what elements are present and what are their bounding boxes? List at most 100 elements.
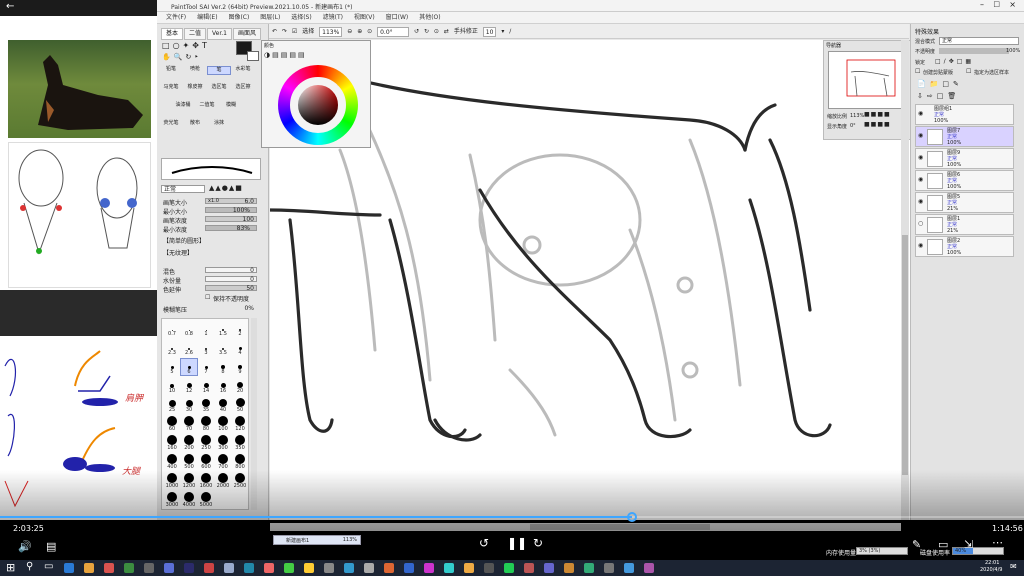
volume-icon[interactable]: 🔊	[18, 540, 32, 553]
lasso-icon[interactable]: ○	[173, 41, 183, 50]
effects-header[interactable]: 特殊效果	[915, 27, 939, 36]
tool-highlighter[interactable]: 荧光笔	[159, 120, 183, 127]
eyedropper-icon[interactable]: ‣	[194, 53, 201, 61]
angle-field[interactable]: 0.0°	[377, 26, 410, 37]
visibility-icon[interactable]: ◉	[918, 154, 923, 161]
taskbar-app-21-icon[interactable]	[464, 563, 474, 573]
brush-size-preset[interactable]: 160	[164, 435, 180, 451]
brush-size-preset[interactable]: 9	[232, 359, 248, 375]
taskbar-app-22-icon[interactable]	[484, 563, 494, 573]
select-source-checkbox[interactable]: ☐	[966, 68, 971, 75]
visibility-icon[interactable]: ◉	[918, 198, 923, 205]
brush-size-preset[interactable]: 1	[198, 321, 214, 337]
blend-mode-select[interactable]: 正常	[161, 185, 205, 193]
layer-row-group1[interactable]: ◉ 图层组1 正常 100%	[915, 104, 1014, 125]
brush-tip-shapes[interactable]: ▲▲●▲■	[209, 184, 243, 192]
taskbar-app-25-icon[interactable]	[544, 563, 554, 573]
taskbar-app-10-icon[interactable]	[244, 563, 254, 573]
magic-wand-icon[interactable]: ✦	[183, 41, 193, 50]
taskbar-app-18-icon[interactable]	[404, 563, 414, 573]
brush-size-preset[interactable]: 30	[181, 397, 197, 413]
brush-size-preset[interactable]: 3.5	[215, 340, 231, 356]
tab-ver1[interactable]: Ver.1	[207, 28, 233, 40]
hand-icon[interactable]: ✋	[162, 53, 174, 61]
brush-size-preset[interactable]: 12	[181, 378, 197, 394]
tab-basic[interactable]: 基本	[161, 28, 184, 40]
visibility-icon[interactable]: ◉	[918, 176, 923, 183]
brush-size-preset[interactable]: 700	[215, 454, 231, 470]
taskbar-app-3-icon[interactable]	[104, 563, 114, 573]
tool-select-pen[interactable]: 选区笔	[207, 84, 231, 91]
navigator-angle-buttons[interactable]: ■■■■	[864, 121, 891, 128]
taskbar-app-16-icon[interactable]	[364, 563, 374, 573]
brush-size-preset[interactable]: 100	[215, 416, 231, 432]
stabilizer-dropdown-icon[interactable]: ▾	[501, 24, 504, 39]
tool-smudge[interactable]: 涂抹	[207, 120, 231, 127]
taskbar-app-30-icon[interactable]	[644, 563, 654, 573]
menu-filter[interactable]: 滤镜(T)	[323, 12, 343, 24]
selection-checkbox[interactable]: ☑	[292, 24, 297, 39]
back-arrow-icon[interactable]: ←	[6, 1, 14, 12]
rotate-tool-icon[interactable]: ↻	[185, 53, 194, 61]
brush-size-preset[interactable]: 0.7	[164, 321, 180, 337]
tab-binary[interactable]: 二值	[184, 28, 207, 40]
taskbar-app-19-icon[interactable]	[424, 563, 434, 573]
menu-image[interactable]: 图像(C)	[228, 12, 249, 24]
more-options-icon[interactable]: ⋯	[992, 536, 1003, 549]
brush-size-preset[interactable]: 200	[181, 435, 197, 451]
start-icon[interactable]: ⊞	[6, 561, 15, 574]
taskbar-app-4-icon[interactable]	[124, 563, 134, 573]
layer-opacity-slider[interactable]	[939, 48, 1009, 54]
brush-size-preset[interactable]: 400	[164, 454, 180, 470]
taskbar-app-29-icon[interactable]	[624, 563, 634, 573]
tool-pencil[interactable]: 铅笔	[159, 66, 183, 73]
undo-icon[interactable]: ↶	[272, 24, 277, 39]
menu-other[interactable]: 其他(O)	[419, 12, 440, 24]
zoom-field[interactable]: 113%	[319, 26, 343, 37]
taskbar-app-7-icon[interactable]	[184, 563, 194, 573]
layer-action-row-1[interactable]: 📄📁□✎	[917, 80, 963, 88]
pause-icon[interactable]: ❚❚	[507, 536, 527, 550]
taskbar-app-23-icon[interactable]	[504, 563, 514, 573]
zoom-out-icon[interactable]: ⊖	[347, 24, 352, 39]
tool-eraser[interactable]: 橡皮擦	[183, 84, 207, 91]
rect-select-icon[interactable]: □	[162, 41, 173, 50]
tab-style[interactable]: 画面风	[233, 28, 262, 40]
brush-size-preset[interactable]: 500	[181, 454, 197, 470]
brush-size-preset[interactable]: 1.5	[215, 321, 231, 337]
close-icon[interactable]: ×	[1009, 0, 1016, 9]
exit-fullscreen-icon[interactable]: ⇲	[964, 538, 973, 551]
taskbar-app-9-icon[interactable]	[224, 563, 234, 573]
captions-icon[interactable]: ▤	[46, 540, 56, 553]
canvas-vertical-scrollbar[interactable]	[901, 40, 909, 520]
navigator-preview[interactable]	[828, 51, 906, 109]
stabilizer-field[interactable]: 10	[482, 26, 497, 37]
color-mode-icons[interactable]: ◑▤▤▤▤	[264, 51, 307, 59]
layer-row-1[interactable]: ○ 图层1 正常 21%	[915, 214, 1014, 235]
flip-icon[interactable]: ⇄	[444, 24, 449, 39]
taskbar-app-24-icon[interactable]	[524, 563, 534, 573]
screen-mode-icon[interactable]: ▭	[938, 538, 948, 551]
brush-size-preset[interactable]: 60	[164, 416, 180, 432]
taskbar-app-27-icon[interactable]	[584, 563, 594, 573]
minimize-icon[interactable]: –	[980, 0, 984, 9]
forward-30-icon[interactable]: ↻	[533, 536, 543, 550]
layer-row-2[interactable]: ◉ 图层2 正常 100%	[915, 236, 1014, 257]
brush-size-preset[interactable]: 40	[215, 397, 231, 413]
zoom-reset-icon[interactable]: ⊙	[367, 24, 372, 39]
menu-layer[interactable]: 图层(L)	[260, 12, 280, 24]
menu-select[interactable]: 选择(S)	[291, 12, 312, 24]
brush-size-preset[interactable]: 14	[198, 378, 214, 394]
brush-size-preset[interactable]: 120	[232, 416, 248, 432]
brush-size-preset[interactable]: 350	[232, 435, 248, 451]
brush-size-preset[interactable]: 250	[198, 435, 214, 451]
layer-row-7[interactable]: ◉ 图层7 正常 100%	[915, 126, 1014, 147]
menu-window[interactable]: 窗口(W)	[386, 12, 409, 24]
zoom-tool-icon[interactable]: 🔍	[174, 53, 186, 61]
task-view-icon[interactable]: ▭	[44, 561, 53, 572]
brush-size-preset[interactable]: 2	[232, 321, 248, 337]
taskbar-app-14-icon[interactable]	[324, 563, 334, 573]
visibility-icon[interactable]: ◉	[918, 110, 923, 117]
taskbar-app-2-icon[interactable]	[84, 563, 94, 573]
tool-select-eraser[interactable]: 选区擦	[231, 84, 255, 91]
